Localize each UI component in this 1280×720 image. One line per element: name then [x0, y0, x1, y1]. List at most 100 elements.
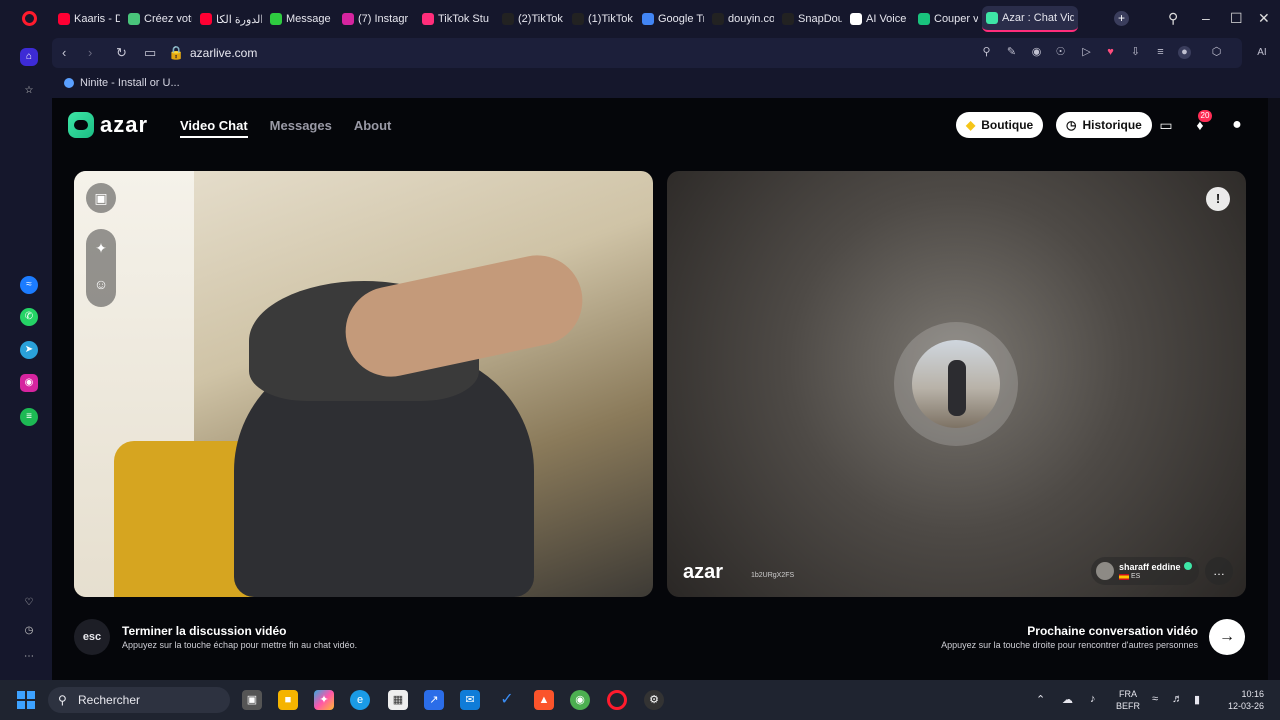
file-explorer-icon[interactable]: ■: [278, 690, 298, 710]
opera-logo-icon[interactable]: [22, 11, 37, 26]
tab-favicon-icon: [342, 13, 354, 25]
system-clock[interactable]: 10:16 12-03-26: [1222, 688, 1264, 712]
camera-icon[interactable]: ◉: [1030, 46, 1043, 59]
report-icon[interactable]: !: [1206, 187, 1230, 211]
app-notify-icon[interactable]: ⚙: [644, 690, 664, 710]
menu-icon[interactable]: ≡: [1154, 46, 1167, 59]
browser-tab[interactable]: الدورة الكا: [196, 6, 266, 32]
browser-tab[interactable]: Message M: [266, 6, 338, 32]
spotify-icon[interactable]: ≡: [20, 408, 38, 426]
browser-tab[interactable]: Azar : Chat Vid: [982, 6, 1078, 32]
clock-icon: ◷: [1066, 118, 1077, 132]
zoom-icon[interactable]: ⚲: [980, 46, 993, 59]
url-text[interactable]: azarlive.com: [190, 46, 257, 60]
app-icon[interactable]: ↗: [424, 690, 444, 710]
browser-tab[interactable]: TikTok Stu: [418, 6, 498, 32]
lock-icon: 🔒: [168, 45, 185, 60]
store-icon[interactable]: ▦: [388, 690, 408, 710]
browser-tab[interactable]: (2)TikTok: [498, 6, 568, 32]
wifi-icon[interactable]: ≈: [1152, 693, 1158, 705]
face-filter-icon[interactable]: ☺: [86, 269, 116, 299]
browser-tab[interactable]: Google Tra: [638, 6, 708, 32]
messenger-icon[interactable]: ≈: [20, 276, 38, 294]
expand-icon[interactable]: ▣: [86, 183, 116, 213]
todo-icon[interactable]: ✓: [497, 690, 517, 710]
magic-wand-icon[interactable]: ✦: [86, 233, 116, 263]
play-icon[interactable]: ▷: [1080, 46, 1093, 59]
tab-label: Kaaris - De: [74, 13, 120, 25]
ai-button[interactable]: AI: [1248, 46, 1276, 59]
snapshot-icon[interactable]: ▭: [144, 45, 156, 61]
nav-about[interactable]: About: [354, 118, 392, 138]
minimize-button[interactable]: –: [1202, 10, 1210, 26]
windows-start-icon[interactable]: [17, 691, 35, 709]
star-icon[interactable]: ☆: [20, 82, 38, 100]
more-icon[interactable]: ⋯: [20, 648, 38, 666]
forward-icon[interactable]: ›: [88, 45, 92, 60]
end-chat-button[interactable]: esc: [74, 619, 110, 655]
taskbar-search[interactable]: ⚲ Rechercher: [48, 687, 230, 713]
verified-icon: [1184, 562, 1192, 570]
partner-info-chip[interactable]: sharaff eddine ES: [1091, 557, 1199, 585]
heart-icon[interactable]: ♡: [20, 594, 38, 612]
browser-sidebar: ⌂ ☆ ≈ ✆ ➤ ◉ ≡ ♡ ◷ ⋯: [0, 38, 52, 680]
edit-icon[interactable]: ✎: [1005, 46, 1018, 59]
tab-search-icon[interactable]: ⚲: [1168, 10, 1178, 27]
opera-taskbar-icon[interactable]: [607, 690, 627, 710]
mail-icon[interactable]: ✉: [460, 690, 480, 710]
brave-icon[interactable]: ▲: [534, 690, 554, 710]
volume-icon[interactable]: ♬: [1172, 693, 1183, 705]
main-nav: Video Chat Messages About: [180, 118, 391, 138]
arrow-right-icon: →: [1219, 628, 1235, 645]
extension-icon[interactable]: ⬡: [1210, 46, 1223, 59]
self-video-feed: ▣ ✦ ☺: [74, 171, 653, 597]
user-avatar-icon[interactable]: ●: [1228, 116, 1246, 134]
browser-tab[interactable]: douyin.cor: [708, 6, 778, 32]
browser-tab[interactable]: Kaaris - De: [54, 6, 124, 32]
browser-tab[interactable]: Couper vic: [914, 6, 982, 32]
nav-video-chat[interactable]: Video Chat: [180, 118, 248, 138]
reload-icon[interactable]: ↻: [116, 45, 127, 61]
azar-logo[interactable]: azar: [68, 112, 148, 138]
tab-label: Azar : Chat Vid: [1002, 12, 1074, 24]
nav-messages[interactable]: Messages: [270, 118, 332, 138]
whatsapp-icon[interactable]: ✆: [20, 308, 38, 326]
instagram-icon[interactable]: ◉: [20, 374, 38, 392]
task-view-icon[interactable]: ▣: [242, 690, 262, 710]
battery-icon[interactable]: ▮: [1194, 693, 1200, 706]
microphone-icon[interactable]: ♪: [1090, 693, 1096, 705]
home-icon[interactable]: ⌂: [20, 48, 38, 66]
tab-favicon-icon: [128, 13, 140, 25]
tray-expand-icon[interactable]: ⌃: [1036, 693, 1045, 706]
bookmark-ninite[interactable]: Ninite - Install or U...: [64, 77, 180, 89]
browser-tab[interactable]: (7) Instagr: [338, 6, 418, 32]
history-icon[interactable]: ◷: [20, 622, 38, 640]
browser-tab[interactable]: Créez votr: [124, 6, 196, 32]
historique-button[interactable]: ◷ Historique: [1056, 112, 1152, 138]
heart-icon[interactable]: ♥: [1104, 46, 1117, 59]
maximize-button[interactable]: ☐: [1230, 10, 1243, 27]
close-window-button[interactable]: ✕: [1258, 10, 1270, 27]
page-scrollbar[interactable]: [1268, 98, 1280, 680]
ninite-icon: [64, 78, 74, 88]
chat-bubble-icon[interactable]: …: [1205, 557, 1233, 585]
download-icon[interactable]: ⇩: [1129, 46, 1142, 59]
language-indicator[interactable]: FRA BEFR: [1116, 688, 1140, 712]
boutique-button[interactable]: ◆ Boutique: [956, 112, 1044, 138]
shield-icon[interactable]: ☉: [1054, 46, 1067, 59]
next-chat-button[interactable]: →: [1209, 619, 1245, 655]
copilot-icon[interactable]: ✦: [314, 690, 334, 710]
browser-tab[interactable]: (1)TikTok: [568, 6, 638, 32]
edge-icon[interactable]: e: [350, 690, 370, 710]
profile-icon[interactable]: ●: [1178, 46, 1191, 59]
chrome-icon[interactable]: ◉: [570, 690, 590, 710]
new-tab-button[interactable]: +: [1114, 11, 1129, 26]
partner-chip-avatar: [1096, 562, 1114, 580]
browser-tab[interactable]: SnapDouy: [778, 6, 846, 32]
back-icon[interactable]: ‹: [62, 45, 66, 60]
telegram-icon[interactable]: ➤: [20, 341, 38, 359]
browser-tab[interactable]: AI Voice G: [846, 6, 914, 32]
inbox-icon[interactable]: ▭: [1157, 116, 1175, 134]
onedrive-icon[interactable]: ☁: [1062, 693, 1073, 706]
url-box[interactable]: ‹ › ↻ ▭ 🔒 azarlive.com ⚲ ✎ ◉ ☉ ▷ ♥ ⇩ ≡ ●: [52, 38, 1242, 68]
